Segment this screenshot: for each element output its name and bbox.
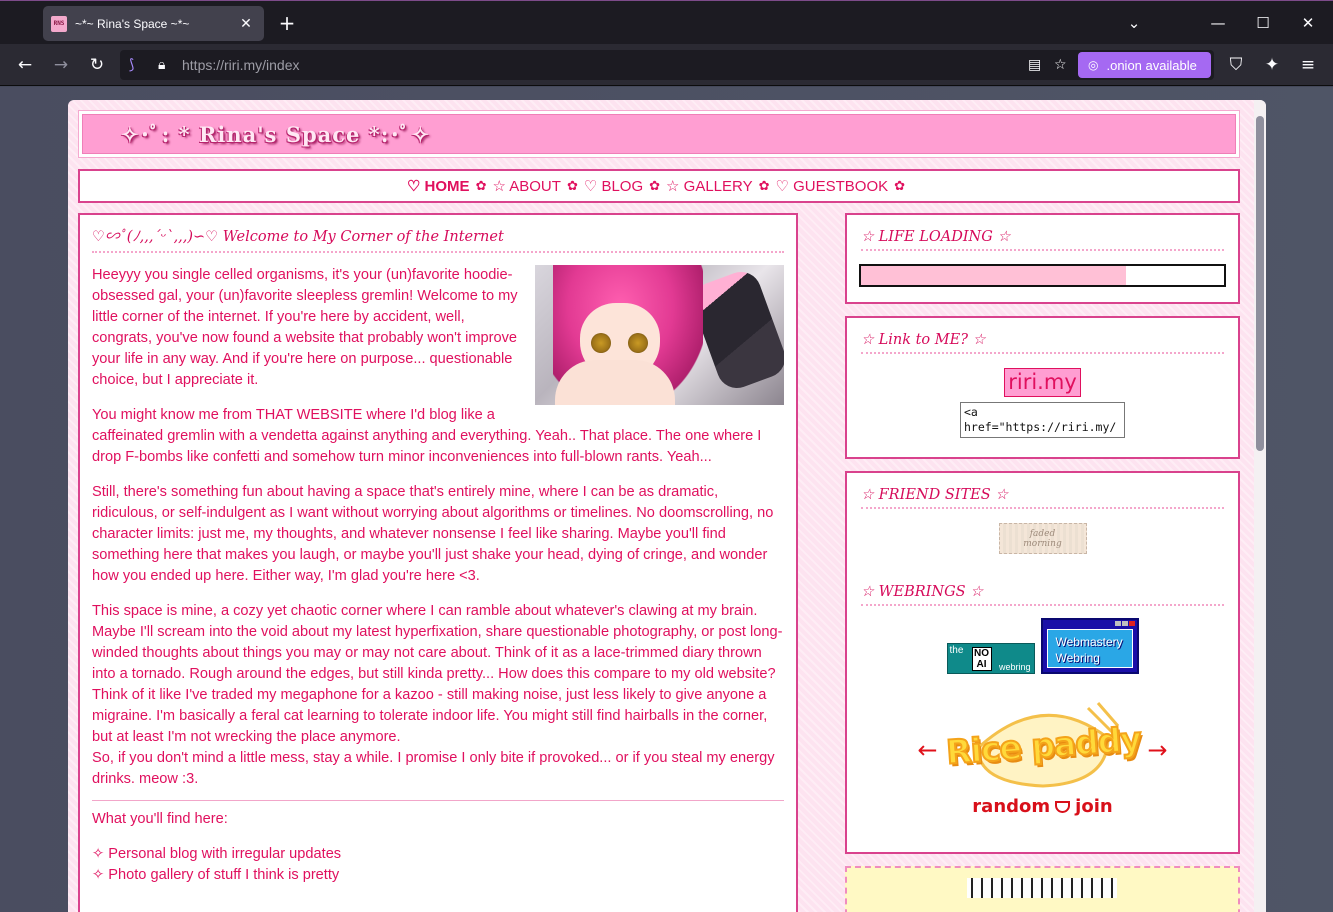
ricepaddy-random-link[interactable]: random: [972, 796, 1050, 817]
flower-separator-icon: ✿: [894, 178, 906, 193]
anime-girl-image: [535, 265, 784, 405]
old-site-paragraph: You might know me from THAT WEBSITE wher…: [92, 407, 762, 465]
page-scrollbar[interactable]: [1254, 100, 1266, 912]
shield-icon[interactable]: ⛉: [1225, 54, 1247, 76]
find-here-heading: What you'll find here:: [92, 811, 228, 827]
list-item: ✧ Personal blog with irregular updates: [92, 846, 342, 862]
flower-separator-icon: ✿: [475, 178, 487, 193]
rice-bowl-small-icon: [1055, 801, 1071, 813]
onion-icon: ◎: [1088, 58, 1099, 72]
nav-gallery-link[interactable]: ☆ GALLERY: [666, 177, 753, 195]
menu-icon[interactable]: ≡: [1297, 54, 1319, 76]
life-loading-panel: ☆ LIFE LOADING ☆: [845, 213, 1240, 304]
page-viewport: ✧･ﾟ: * Rina's Space *:･ﾟ✧ ♡ HOME ✿ ☆ ABO…: [0, 87, 1333, 912]
noai-text: NO AI: [971, 647, 992, 671]
nav-blog-link[interactable]: ♡ BLOG: [584, 177, 643, 195]
reload-icon[interactable]: ↻: [86, 54, 108, 76]
onion-available-button[interactable]: ◎ .onion available: [1078, 52, 1211, 78]
tab-list-chevron-down-icon[interactable]: ⌄: [1124, 13, 1144, 33]
life-progress-fill: [861, 266, 1126, 285]
link-to-me-title: ☆ Link to ME? ☆: [861, 318, 1224, 354]
tracking-protection-icon[interactable]: ⟆: [129, 56, 134, 74]
flower-separator-icon: ✿: [566, 178, 578, 193]
list-item: ✧ Photo gallery of stuff I think is pret…: [92, 867, 340, 883]
navigation-toolbar: ← → ↻ ⟆ 🔒︎ https://riri.my/index ▤ ☆ ◎ .o…: [0, 44, 1333, 86]
webring-badges: the NO AI webring Webmastery Webring: [847, 618, 1238, 674]
noai-webring-label: webring: [998, 662, 1031, 672]
browser-tab-active[interactable]: RNS ~*~ Rina's Space ~*~ ✕: [43, 6, 264, 41]
ricepaddy-prev-arrow-icon[interactable]: ←: [918, 738, 938, 762]
hero-eye-left: [591, 333, 611, 353]
riri-my-button-badge[interactable]: riri.my: [1004, 368, 1081, 397]
tab-strip: RNS ~*~ Rina's Space ~*~ ✕ + ⌄ — ☐ ✕: [0, 0, 1333, 44]
faded-morning-badge[interactable]: faded morning: [998, 523, 1087, 554]
url-host: https://riri.my: [182, 57, 263, 73]
ricepaddy-links: random join: [918, 796, 1168, 817]
nav-home-link[interactable]: ♡ HOME: [407, 177, 470, 195]
flower-separator-icon: ✿: [649, 178, 661, 193]
page-container: ✧･ﾟ: * Rina's Space *:･ﾟ✧ ♡ HOME ✿ ☆ ABO…: [68, 100, 1266, 912]
noai-the-label: the: [949, 645, 964, 656]
url-bar[interactable]: ⟆ 🔒︎ https://riri.my/index ▤ ☆ ◎ .onion a…: [120, 50, 1214, 80]
link-code-textarea[interactable]: <a href="https://riri.my/": [960, 402, 1125, 438]
link-badge-wrap: riri.my: [847, 354, 1238, 397]
life-loading-title: ☆ LIFE LOADING ☆: [861, 215, 1224, 251]
new-tab-icon[interactable]: +: [276, 12, 298, 34]
friend-badge-wrap: faded morning: [847, 509, 1238, 554]
main-content: ♡∽ﾟ(ﾉ,,,´ᵕ`,,,)∽♡ Welcome to My Corner o…: [78, 213, 798, 912]
forward-arrow-icon[interactable]: →: [50, 54, 72, 76]
site-favicon-icon: RNS: [51, 15, 67, 32]
welcome-heading: ♡∽ﾟ(ﾉ,,,´ᵕ`,,,)∽♡ Welcome to My Corner o…: [92, 227, 784, 253]
own-space-paragraph: Still, there's something fun about havin…: [92, 484, 774, 584]
window-controls-icon: [1114, 621, 1135, 626]
maximize-icon[interactable]: ☐: [1253, 13, 1273, 33]
onion-label: .onion available: [1106, 57, 1197, 73]
nav-about-link[interactable]: ☆ ABOUT: [492, 177, 560, 195]
friend-sites-title: ☆ FRIEND SITES ☆: [861, 473, 1224, 509]
site-header-banner: ✧･ﾟ: * Rina's Space *:･ﾟ✧: [82, 114, 1236, 154]
tab-close-icon[interactable]: ✕: [238, 16, 254, 32]
hero-arm: [555, 360, 675, 405]
close-window-icon[interactable]: ✕: [1298, 13, 1318, 33]
chaotic-corner-paragraph: This space is mine, a cozy yet chaotic c…: [92, 603, 783, 745]
nav-guestbook-link[interactable]: ♡ GUESTBOOK: [776, 177, 889, 195]
url-text[interactable]: https://riri.my/index: [182, 57, 299, 73]
rice-paddy-webring: ← → Rice paddy random join: [918, 698, 1168, 828]
webmastery-webring-badge[interactable]: Webmastery Webring: [1040, 618, 1139, 674]
content-divider: [92, 800, 784, 801]
closing-line: So, if you don't mind a little mess, sta…: [92, 750, 775, 787]
extensions-icon[interactable]: ✦: [1261, 54, 1283, 76]
life-progress-bar: [859, 264, 1226, 287]
scrollbar-thumb[interactable]: [1256, 116, 1264, 451]
flower-separator-icon: ✿: [758, 178, 770, 193]
webrings-title: ☆ WEBRINGS ☆: [861, 554, 1224, 606]
site-nav: ♡ HOME ✿ ☆ ABOUT ✿ ♡ BLOG ✿ ☆ GALLERY ✿ …: [78, 169, 1240, 203]
site-header: ✧･ﾟ: * Rina's Space *:･ﾟ✧: [78, 110, 1240, 158]
link-to-me-panel: ☆ Link to ME? ☆ riri.my <a href="https:/…: [845, 316, 1240, 459]
ricepaddy-next-arrow-icon[interactable]: →: [1147, 738, 1167, 762]
back-arrow-icon[interactable]: ←: [14, 54, 36, 76]
friends-webrings-panel: ☆ FRIEND SITES ☆ faded morning ☆ WEBRING…: [845, 471, 1240, 854]
no-ai-webring-badge[interactable]: the NO AI webring: [946, 643, 1035, 674]
tab-title: ~*~ Rina's Space ~*~: [75, 16, 190, 31]
webmastery-text: Webmastery Webring: [1046, 629, 1133, 668]
sticker-strip-image: [967, 878, 1117, 898]
url-path: /index: [262, 57, 300, 73]
hero-eye-right: [628, 333, 648, 353]
sticker-panel: [845, 866, 1240, 912]
ricepaddy-join-link[interactable]: join: [1075, 796, 1113, 817]
minimize-icon[interactable]: —: [1208, 13, 1228, 33]
reader-view-icon[interactable]: ▤: [1028, 56, 1041, 74]
site-title: ✧･ﾟ: * Rina's Space *:･ﾟ✧: [121, 122, 431, 147]
bookmark-star-icon[interactable]: ☆: [1054, 56, 1067, 74]
lock-icon[interactable]: 🔒︎: [158, 56, 165, 74]
